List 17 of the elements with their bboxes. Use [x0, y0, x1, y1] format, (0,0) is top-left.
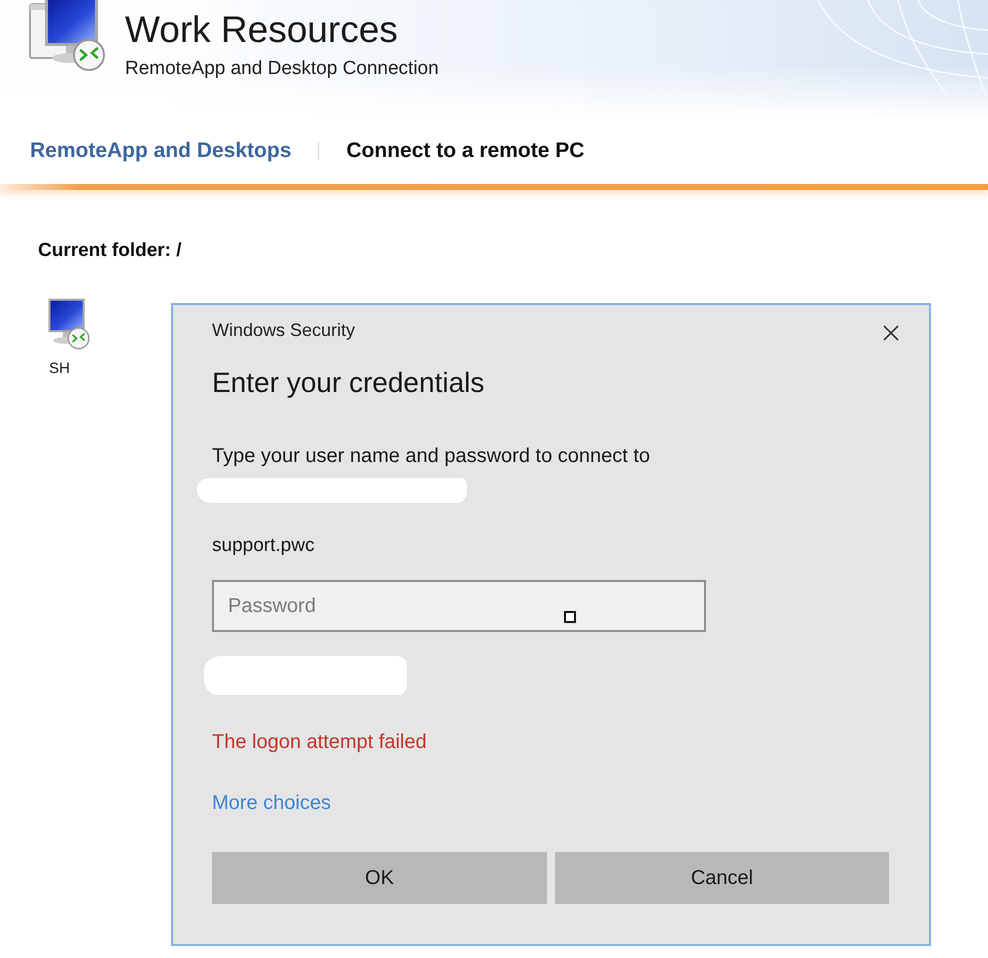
square-icon	[564, 611, 576, 623]
remote-desktop-icon	[28, 0, 108, 72]
cancel-button[interactable]: Cancel	[555, 852, 889, 904]
password-field[interactable]: Password	[212, 580, 706, 632]
dialog-message: Type your user name and password to connect to	[212, 444, 650, 469]
desktop-label[interactable]: SH	[49, 360, 70, 378]
close-icon[interactable]	[883, 325, 899, 341]
error-message: The logon attempt failed	[212, 730, 427, 755]
ok-button[interactable]: OK	[212, 852, 547, 904]
dialog-heading: Enter your credentials	[212, 366, 484, 400]
username-label: support.pwc	[212, 534, 314, 558]
page-title: Work Resources	[125, 8, 399, 52]
page-subtitle: RemoteApp and Desktop Connection	[125, 58, 439, 80]
current-folder-label: Current folder: /	[38, 239, 182, 263]
dialog-title: Windows Security	[212, 320, 356, 340]
nav-tab[interactable]: RemoteApp and Desktops	[30, 138, 292, 164]
nav-tab[interactable]: Connect to a remote PC	[346, 138, 584, 164]
